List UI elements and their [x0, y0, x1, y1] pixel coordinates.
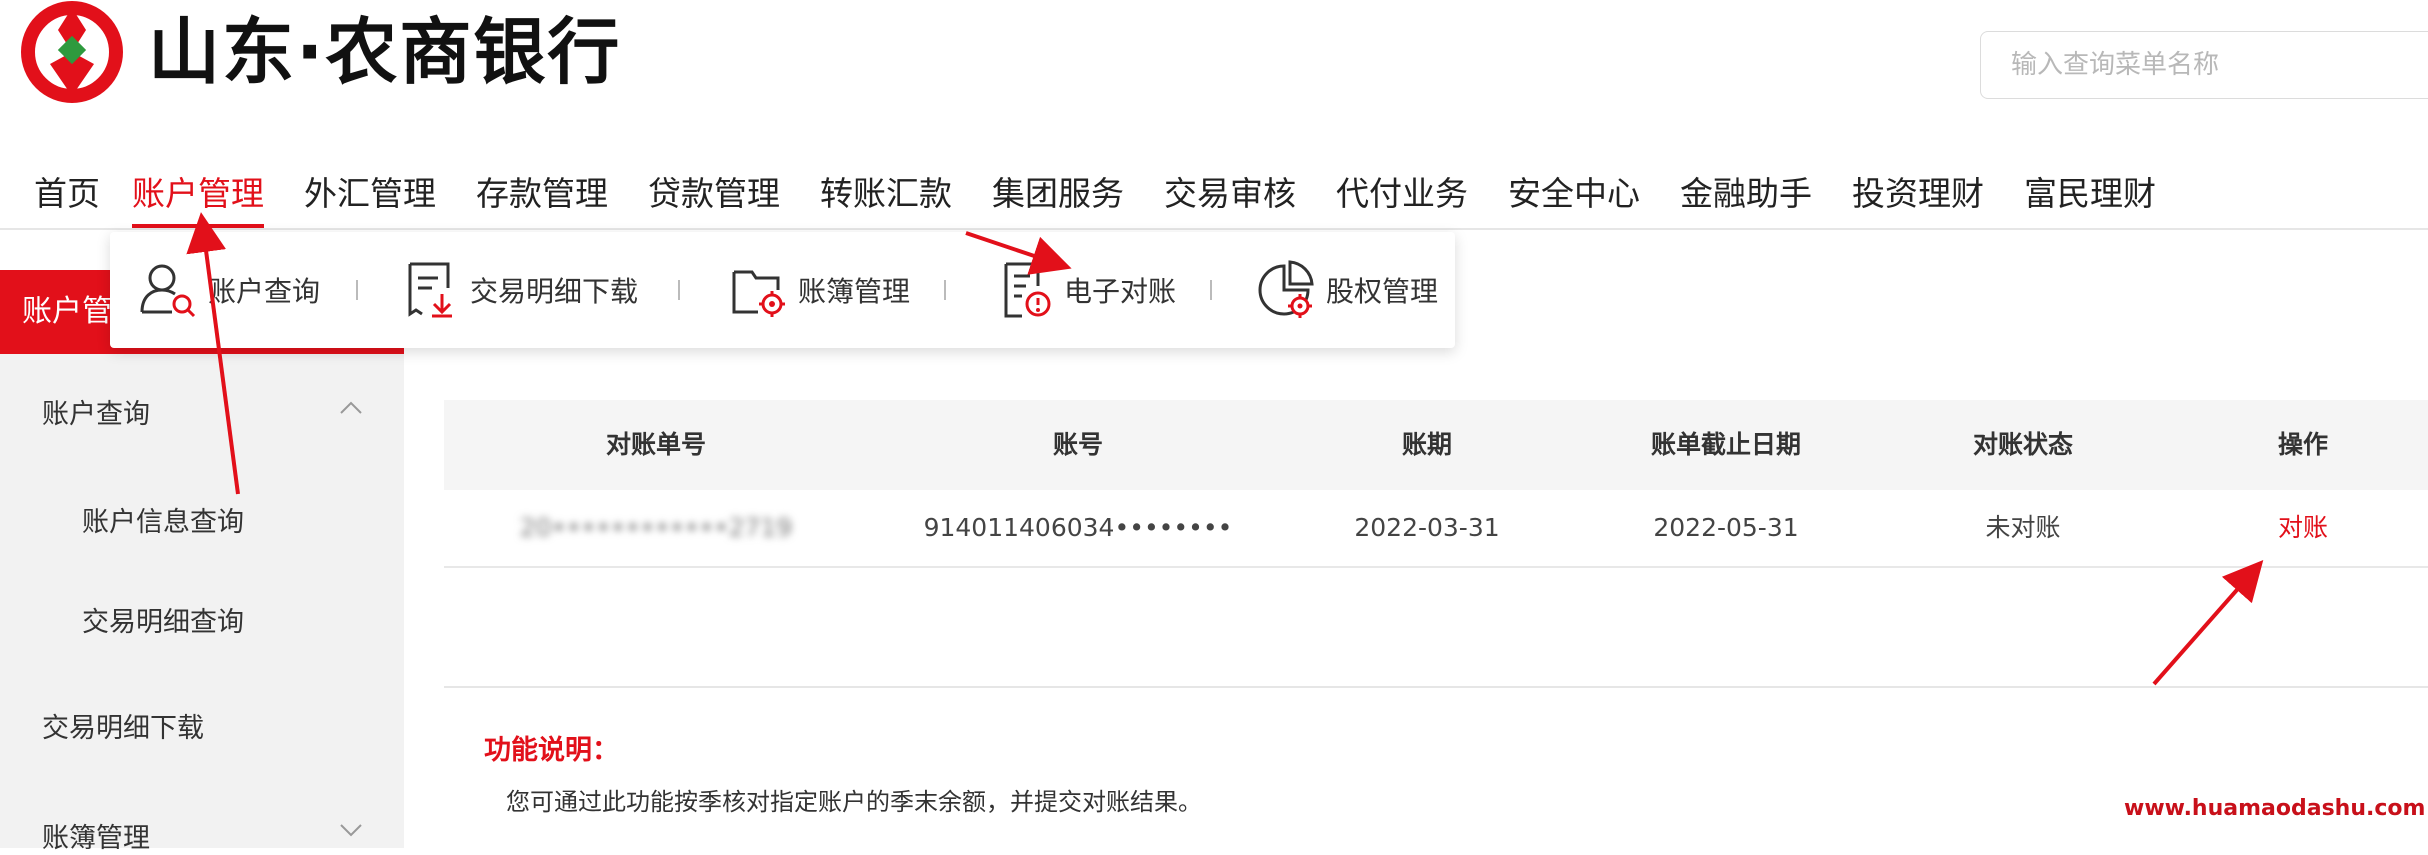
nav-item-fumin-wealth[interactable]: 富民理财	[2024, 160, 2156, 228]
user-search-icon	[140, 264, 196, 318]
chevron-up-icon[interactable]	[338, 400, 364, 416]
nav-item-transaction-review[interactable]: 交易审核	[1164, 160, 1296, 228]
reconcile-action-link[interactable]: 对账	[2278, 490, 2328, 566]
function-description-text: 您可通过此功能按季核对指定账户的季末余额，并提交对账结果。	[506, 788, 1202, 816]
submenu-item-label: 账户查询	[208, 275, 321, 308]
nav-item-finance-assistant[interactable]: 金融助手	[1680, 160, 1812, 228]
column-header-period: 账期	[1401, 430, 1453, 459]
submenu-item-label: 股权管理	[1326, 275, 1439, 308]
nav-item-investment[interactable]: 投资理财	[1852, 160, 1984, 228]
submenu-item-label: 电子对账	[1064, 275, 1177, 308]
sidebar-item-ledger-management[interactable]: 账簿管理	[42, 816, 150, 855]
cell-account-no: 914011406034••••••••	[923, 513, 1233, 542]
submenu-item-ledger-management[interactable]: 账簿管理	[728, 232, 910, 348]
submenu-item-equity-management[interactable]: 股权管理	[1256, 232, 1438, 348]
menu-search-input[interactable]	[1981, 32, 2428, 98]
annotation-arrow-to-reconcile-action	[2152, 559, 2264, 686]
nav-item-group-service[interactable]: 集团服务	[992, 160, 1124, 228]
chevron-down-icon[interactable]	[338, 822, 364, 838]
function-description-title: 功能说明：	[484, 735, 619, 766]
nav-item-forex[interactable]: 外汇管理	[304, 160, 436, 228]
column-header-account-no: 账号	[1052, 430, 1104, 459]
submenu-separator	[356, 280, 358, 300]
submenu-item-electronic-reconciliation[interactable]: 电子对账	[996, 232, 1176, 348]
bank-logo	[21, 1, 123, 103]
watermark-text: www.huamaodashu.com	[2124, 796, 2426, 821]
submenu-item-transaction-download[interactable]: 交易明细下载	[402, 232, 638, 348]
column-header-statement-no: 对账单号	[605, 430, 707, 459]
nav-item-payroll[interactable]: 代付业务	[1336, 160, 1468, 228]
nav-item-transfer[interactable]: 转账汇款	[820, 160, 952, 228]
menu-search-box[interactable]	[1980, 31, 2428, 99]
bank-brand-name: 山东·农商银行	[148, 10, 622, 94]
nav-item-loan[interactable]: 贷款管理	[648, 160, 780, 228]
submenu-separator	[944, 280, 946, 300]
submenu-separator	[678, 280, 680, 300]
account-submenu-dropdown: 账户查询 交易明细下载 账簿管理 电子对账 股权管理	[110, 232, 1455, 348]
sidebar-item-account-info-query[interactable]: 账户信息查询	[82, 500, 244, 539]
content-divider	[444, 686, 2428, 688]
sidebar-item-transaction-detail-query[interactable]: 交易明细查询	[82, 600, 244, 639]
table-header: 对账单号 账号 账期 账单截止日期 对账状态 操作	[444, 400, 2428, 490]
submenu-item-label: 交易明细下载	[470, 275, 639, 308]
pie-chart-gear-icon	[1258, 260, 1314, 318]
submenu-separator	[1210, 280, 1212, 300]
submenu-item-label: 账簿管理	[798, 275, 911, 308]
column-header-action: 操作	[2277, 430, 2329, 459]
receipt-download-icon	[408, 262, 452, 318]
folder-gear-icon	[732, 270, 785, 317]
nav-item-deposit[interactable]: 存款管理	[476, 160, 608, 228]
sidebar: 账户管理 账户查询 账户信息查询 交易明细查询 交易明细下载 账簿管理	[0, 270, 404, 854]
nav-item-security-center[interactable]: 安全中心	[1508, 160, 1640, 228]
sidebar-item-account-query[interactable]: 账户查询	[42, 392, 150, 431]
cell-period: 2022-03-31	[1354, 513, 1500, 542]
nav-divider	[0, 228, 2428, 230]
column-header-status: 对账状态	[1972, 430, 2074, 459]
cell-cutoff-date: 2022-05-31	[1653, 513, 1799, 542]
cell-status: 未对账	[1985, 513, 2061, 542]
column-header-cutoff-date: 账单截止日期	[1650, 430, 1802, 459]
document-check-icon	[1004, 262, 1051, 318]
cell-statement-no: 20••••••••••••2719	[519, 513, 793, 542]
submenu-item-account-query[interactable]: 账户查询	[136, 232, 320, 348]
table-row: 20••••••••••••2719 914011406034•••••••• …	[444, 490, 2428, 568]
nav-item-home[interactable]: 首页	[34, 160, 100, 228]
nav-item-account-management[interactable]: 账户管理	[132, 160, 264, 228]
sidebar-item-transaction-detail-download[interactable]: 交易明细下载	[42, 706, 204, 745]
